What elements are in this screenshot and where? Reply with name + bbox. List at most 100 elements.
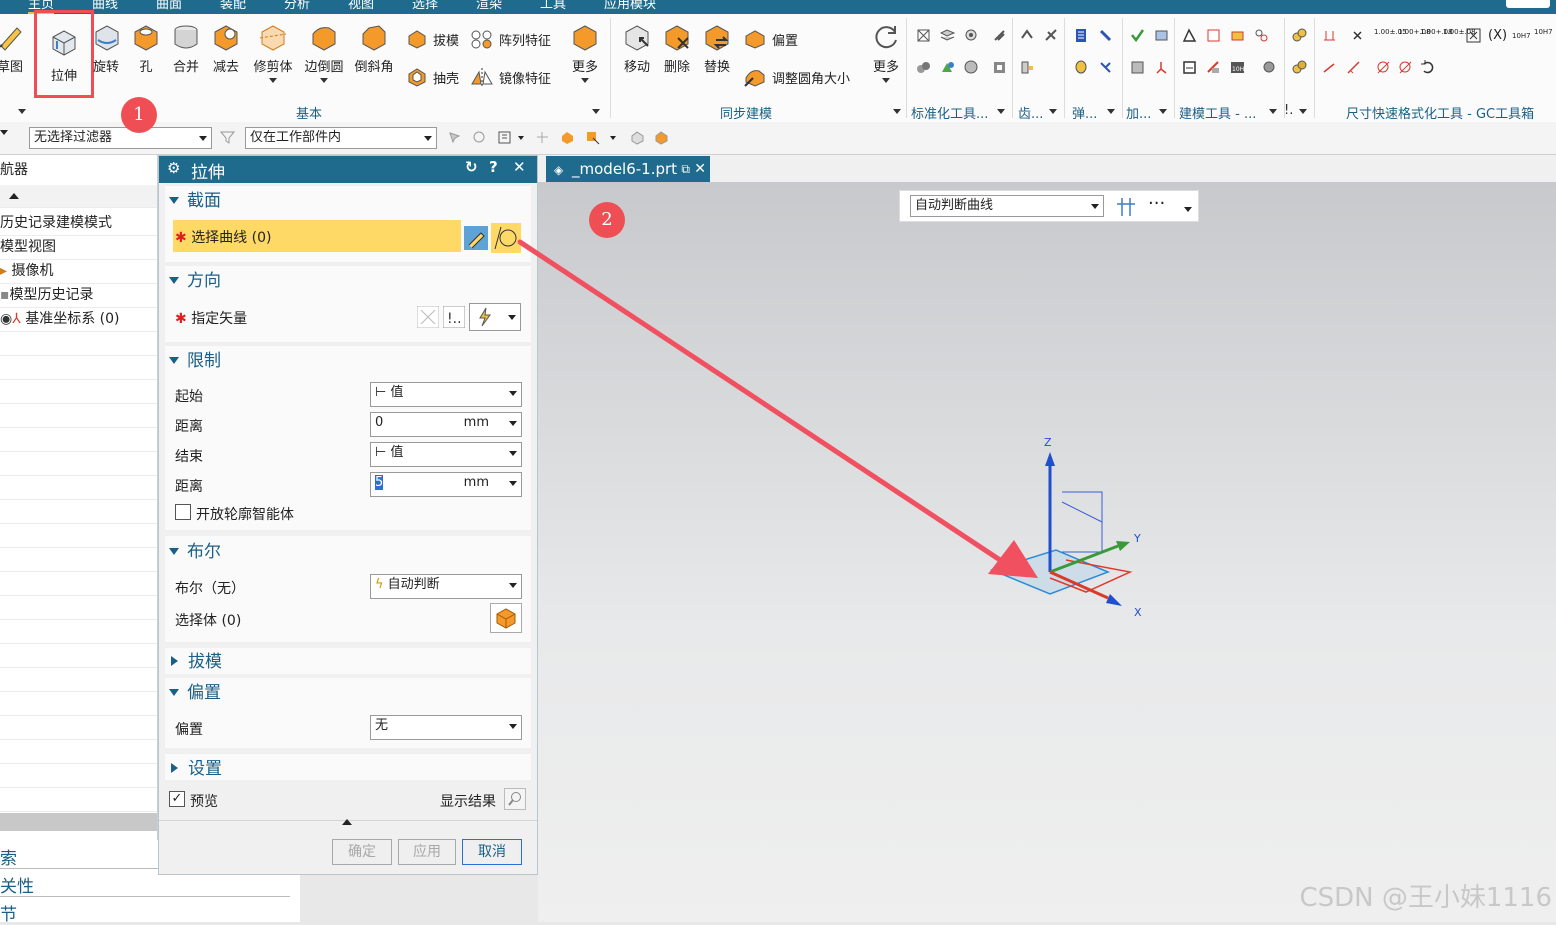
tab-model6-1[interactable]: ◈ _model6-1.prt ⧉ ✕	[546, 156, 710, 182]
menu-tab-render[interactable]: 渲染	[476, 0, 502, 12]
more-basic-dropdown-icon[interactable]	[581, 78, 589, 83]
std-tool-icon[interactable]	[992, 60, 1007, 75]
nav-item-datum-csys[interactable]: ◉⅄ 基准坐标系 (0)	[0, 307, 157, 332]
panel-dependencies[interactable]: 关性	[0, 872, 290, 897]
gc-tool-icon[interactable]	[1292, 60, 1307, 75]
dialog-title-bar[interactable]: ⚙ 拉伸 ↻ ? ✕	[159, 156, 537, 183]
diameter-icon[interactable]	[1398, 60, 1413, 75]
group-spring-expand-icon[interactable]	[1107, 109, 1115, 114]
boolean-header[interactable]: 布尔	[165, 539, 531, 565]
more-sync-button[interactable]: 更多	[870, 22, 902, 83]
snap-dropdown-icon[interactable]	[610, 136, 616, 140]
group-sketch-expand-icon[interactable]	[18, 109, 26, 114]
group-model-tools-expand-icon[interactable]	[1269, 109, 1277, 114]
settings-header[interactable]: 设置	[165, 756, 531, 782]
menu-tab-tools[interactable]: 工具	[540, 0, 566, 12]
select-body-button[interactable]	[490, 603, 522, 633]
group-basic-expand-icon[interactable]	[592, 109, 600, 114]
show-result-button[interactable]	[504, 788, 526, 810]
model-tool-icon[interactable]	[1230, 28, 1245, 43]
section-header[interactable]: 截面	[165, 188, 531, 214]
menu-tab-analysis[interactable]: 分析	[284, 0, 310, 12]
direction-header[interactable]: 方向	[165, 268, 531, 294]
multiply-icon[interactable]	[1350, 28, 1365, 43]
cancel-button[interactable]: 取消	[462, 839, 522, 865]
nav-item-history-mode[interactable]: 历史记录建模模式	[0, 211, 157, 236]
trim-body-button[interactable]: 修剪体	[250, 22, 296, 83]
dim-text-icon[interactable]	[1322, 60, 1337, 75]
snap-tool-icon[interactable]	[585, 130, 600, 145]
edge-blend-dropdown-icon[interactable]	[320, 78, 328, 83]
dim-slash-icon[interactable]	[1346, 60, 1361, 75]
shell-button[interactable]: 抽壳	[433, 68, 459, 87]
vector-type-select[interactable]	[469, 303, 521, 331]
gc-tool-icon[interactable]	[1292, 28, 1307, 43]
start-type-select[interactable]: ⊢ 值	[370, 382, 522, 407]
diameter-icon[interactable]	[1376, 60, 1391, 75]
std-tool-icon[interactable]	[940, 28, 955, 43]
spring-tool-icon[interactable]	[1098, 28, 1113, 43]
end-type-select[interactable]: ⊢ 值	[370, 442, 522, 467]
gear-tool-icon[interactable]	[1020, 28, 1035, 43]
select-tool-icon[interactable]	[447, 130, 462, 145]
more-basic-button[interactable]: 更多	[566, 22, 604, 83]
replace-face-button[interactable]: 替换	[700, 22, 734, 75]
select-tool-icon[interactable]	[497, 130, 512, 145]
start-distance-input[interactable]: 0 mm	[370, 412, 522, 437]
nav-item-model-history[interactable]: ▪模型历史记录	[0, 283, 157, 308]
model-tool-icon[interactable]	[1254, 28, 1269, 43]
model-tool-icon[interactable]: 10H7	[1230, 60, 1245, 75]
undo-icon[interactable]	[1420, 60, 1435, 75]
triangle-icon[interactable]	[1182, 28, 1197, 43]
group-gear-expand-icon[interactable]	[1049, 109, 1057, 114]
menu-dropdown-icon[interactable]	[0, 130, 8, 135]
reverse-direction-icon[interactable]	[417, 306, 439, 328]
boolean-select[interactable]: ϟ 自动判断	[370, 574, 522, 599]
navigator-splitter[interactable]	[0, 813, 157, 831]
add-tool-icon[interactable]	[1154, 28, 1169, 43]
offset-face-button[interactable]: 偏置	[772, 30, 798, 49]
model-tool-icon[interactable]	[1206, 28, 1221, 43]
sketch-section-icon[interactable]	[464, 226, 488, 250]
std-tool-icon[interactable]	[940, 60, 955, 75]
snap-tool-icon[interactable]	[560, 130, 575, 145]
gear-tool-icon[interactable]	[1020, 60, 1035, 75]
preview-checkbox[interactable]: ✓	[169, 791, 185, 807]
std-tool-icon[interactable]	[916, 60, 931, 75]
edge-blend-button[interactable]: 边倒圆	[301, 22, 347, 83]
std-tool-icon[interactable]	[964, 60, 979, 75]
reset-icon[interactable]: ↻	[465, 158, 478, 176]
end-distance-input[interactable]: 5 mm	[370, 472, 522, 497]
nav-item-model-views[interactable]: 模型视图	[0, 235, 157, 260]
command-search-input[interactable]	[1506, 0, 1550, 8]
mirror-button[interactable]: 镜像特征	[499, 68, 551, 87]
offset-header[interactable]: 偏置	[165, 680, 531, 706]
spring-tool-icon[interactable]	[1074, 28, 1089, 43]
model-tool-icon[interactable]	[1206, 60, 1221, 75]
std-tool-icon[interactable]	[964, 28, 979, 43]
scope-filter-select[interactable]: 仅在工作部件内	[245, 127, 437, 149]
help-icon[interactable]: ?	[489, 158, 498, 176]
apply-button[interactable]: 应用	[398, 839, 456, 865]
delete-face-button[interactable]: 删除	[660, 22, 694, 75]
more-sync-dropdown-icon[interactable]	[882, 78, 890, 83]
gear-tool-icon[interactable]	[1044, 28, 1059, 43]
fit-text-2[interactable]: 10H7	[1534, 29, 1553, 36]
hole-button[interactable]: 孔	[130, 22, 162, 75]
close-dialog-icon[interactable]: ✕	[513, 158, 526, 176]
navigator-column-header[interactable]	[0, 185, 157, 208]
snap-tool-icon[interactable]	[630, 130, 645, 145]
vector-dialog-icon[interactable]: !..	[443, 306, 465, 328]
menu-tab-curve[interactable]: 曲线	[92, 0, 118, 12]
fit-text-1[interactable]: 10H7	[1512, 32, 1531, 40]
std-tool-icon[interactable]	[992, 28, 1007, 43]
select-tool-dropdown-icon[interactable]	[518, 136, 524, 140]
filter-icon[interactable]	[220, 130, 235, 145]
add-tool-icon[interactable]	[1154, 60, 1169, 75]
menu-tab-view[interactable]: 视图	[348, 0, 374, 12]
type-filter-select[interactable]: 无选择过滤器	[29, 127, 212, 149]
pattern-button[interactable]: 阵列特征	[499, 30, 551, 49]
dimension-icon[interactable]	[1322, 28, 1337, 43]
menu-tab-apps[interactable]: 应用模块	[604, 0, 656, 12]
unite-button[interactable]: 合并	[170, 22, 202, 75]
